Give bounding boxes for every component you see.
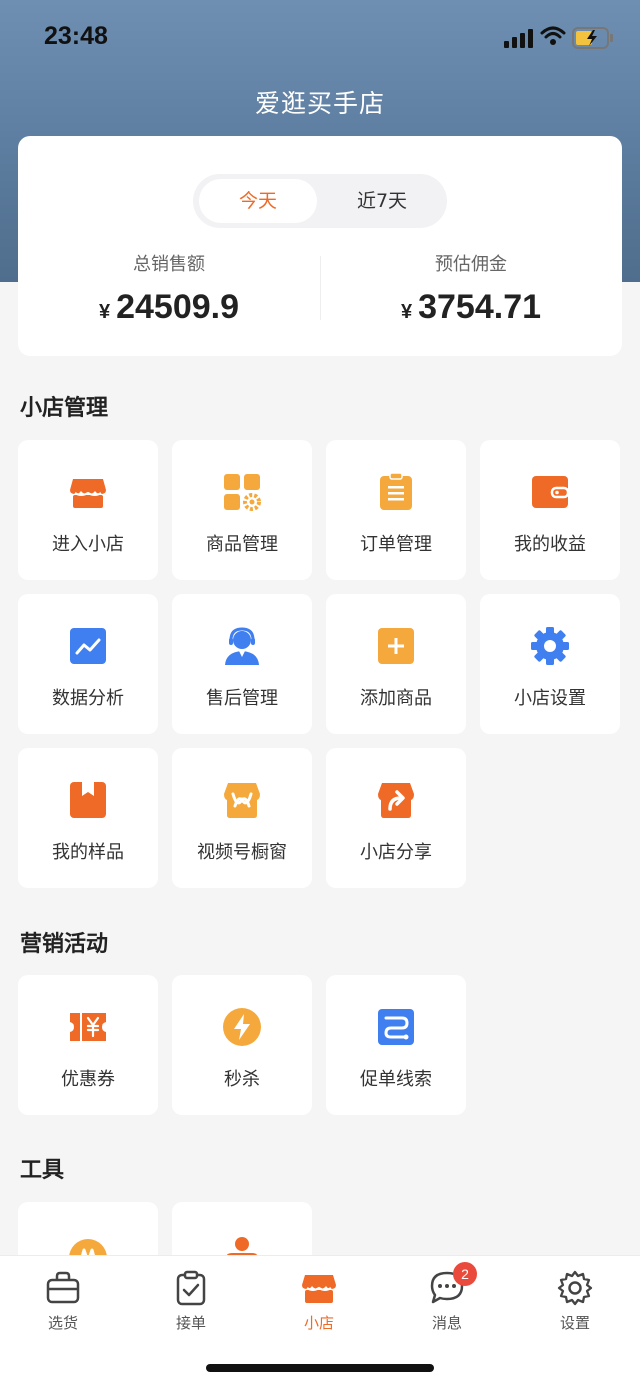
tile-shop-share[interactable]: 小店分享 — [326, 748, 466, 888]
total-sales-label: 总销售额 — [133, 254, 205, 275]
tile-coupon[interactable]: 优惠券 — [18, 975, 158, 1115]
share-icon — [378, 783, 414, 818]
customer-service-icon — [225, 627, 259, 665]
tile-add-product[interactable]: 添加商品 — [326, 594, 466, 734]
status-bar: 23:48 — [0, 0, 640, 76]
gear-icon — [531, 627, 569, 665]
section-title-marketing: 营销活动 — [20, 932, 109, 957]
flash-icon — [223, 1008, 261, 1046]
order-icon — [176, 1270, 206, 1306]
sample-box-icon — [70, 782, 106, 818]
tile-label: 订单管理 — [360, 534, 432, 555]
tile-label: 数据分析 — [52, 688, 124, 709]
tab-settings[interactable]: 设置 — [535, 1270, 615, 1333]
commission-amount: 3754.71 — [418, 288, 542, 326]
total-sales-stat: 总销售额 ¥24509.9 — [18, 250, 320, 327]
settings-icon — [557, 1270, 593, 1306]
currency-symbol: ¥ — [98, 301, 111, 323]
cellular-signal-icon — [504, 29, 533, 48]
tile-channels-window[interactable]: 视频号橱窗 — [172, 748, 312, 888]
tile-data-analysis[interactable]: 数据分析 — [18, 594, 158, 734]
tile-label: 小店分享 — [360, 842, 432, 863]
lead-icon — [378, 1009, 414, 1045]
tile-label: 小店设置 — [514, 688, 586, 709]
tab-messages[interactable]: 2 消息 — [407, 1262, 487, 1333]
tab-today[interactable]: 今天 — [199, 179, 317, 223]
tab-select-goods[interactable]: 选货 — [23, 1270, 103, 1333]
tile-label: 进入小店 — [52, 534, 124, 555]
tab-last-7-days[interactable]: 近7天 — [323, 179, 441, 223]
tile-label: 视频号橱窗 — [197, 842, 287, 863]
product-grid-icon — [224, 474, 261, 511]
tile-sales-leads[interactable]: 促单线索 — [326, 975, 466, 1115]
tab-take-orders[interactable]: 接单 — [151, 1270, 231, 1333]
home-indicator — [206, 1364, 434, 1372]
tile-label: 秒杀 — [224, 1069, 260, 1090]
tile-order-management[interactable]: 订单管理 — [326, 440, 466, 580]
currency-symbol: ¥ — [400, 301, 413, 323]
status-time: 23:48 — [44, 22, 108, 50]
tab-label: 消息 — [431, 1314, 462, 1332]
add-icon — [378, 628, 414, 664]
coupon-icon — [70, 1013, 106, 1041]
page-title: 爱逛买手店 — [254, 89, 385, 118]
tile-label: 我的样品 — [52, 842, 124, 863]
period-switcher: 今天 近7天 — [193, 174, 447, 228]
tile-my-earnings[interactable]: 我的收益 — [480, 440, 620, 580]
commission-value: ¥3754.71 — [320, 288, 622, 327]
commission-stat: 预估佣金 ¥3754.71 — [320, 250, 622, 327]
wallet-icon — [532, 476, 570, 508]
commission-label: 预估佣金 — [435, 254, 507, 275]
tile-flash-sale[interactable]: 秒杀 — [172, 975, 312, 1115]
bag-icon — [46, 1271, 80, 1304]
tile-label: 我的收益 — [514, 534, 586, 555]
tab-label: 小店 — [303, 1314, 334, 1332]
section-title-shop: 小店管理 — [20, 396, 109, 421]
sales-summary-card: 今天 近7天 总销售额 ¥24509.9 预估佣金 ¥3754.71 — [18, 136, 622, 356]
tile-label: 添加商品 — [360, 688, 432, 709]
tile-shop-settings[interactable]: 小店设置 — [480, 594, 620, 734]
wifi-icon — [540, 26, 566, 45]
tile-label: 售后管理 — [206, 688, 278, 709]
tile-enter-shop[interactable]: 进入小店 — [18, 440, 158, 580]
battery-icon — [572, 27, 613, 49]
tile-label: 促单线索 — [360, 1069, 432, 1090]
tab-label: 设置 — [559, 1314, 590, 1332]
shop-icon — [302, 1275, 336, 1303]
tile-my-samples[interactable]: 我的样品 — [18, 748, 158, 888]
clipboard-icon — [380, 472, 412, 510]
tab-label: 选货 — [47, 1314, 78, 1332]
chart-icon — [70, 628, 106, 664]
channels-window-icon — [224, 783, 260, 818]
total-sales-value: ¥24509.9 — [18, 288, 320, 327]
unread-badge: 2 — [453, 1262, 477, 1286]
tile-label: 优惠券 — [61, 1069, 115, 1090]
tile-after-sales[interactable]: 售后管理 — [172, 594, 312, 734]
tab-shop[interactable]: 小店 — [279, 1270, 359, 1333]
total-sales-amount: 24509.9 — [116, 288, 240, 326]
tile-label: 商品管理 — [206, 534, 278, 555]
tile-product-management[interactable]: 商品管理 — [172, 440, 312, 580]
shop-icon — [70, 479, 106, 508]
section-title-tools: 工具 — [20, 1158, 65, 1183]
tab-label: 接单 — [175, 1314, 206, 1332]
